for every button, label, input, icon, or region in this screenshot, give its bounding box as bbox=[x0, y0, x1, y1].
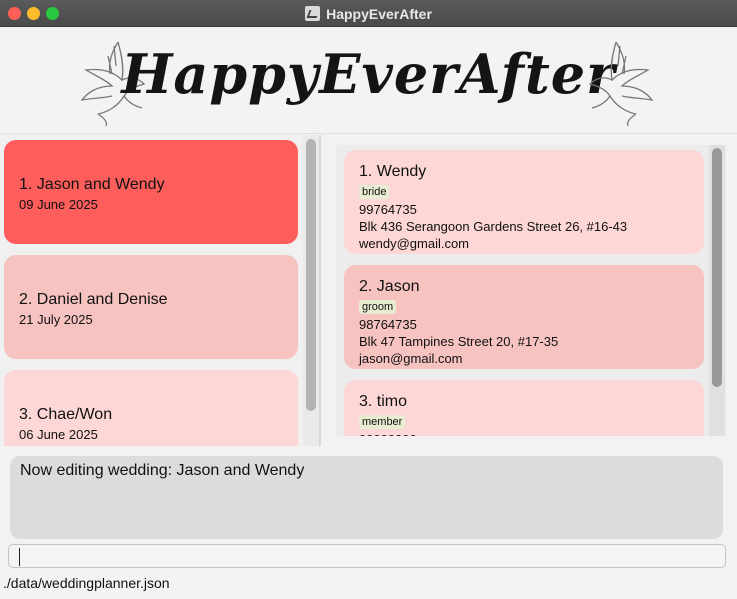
person-email: wendy@gmail.com bbox=[359, 236, 470, 251]
person-tag: member bbox=[359, 415, 406, 429]
person-card[interactable]: 2. Jason groom 98764735 Blk 47 Tampines … bbox=[344, 265, 704, 369]
app-icon bbox=[305, 6, 321, 21]
command-input[interactable] bbox=[8, 544, 726, 568]
person-name: 3. timo bbox=[359, 393, 408, 410]
dove-icon bbox=[588, 41, 654, 126]
person-tag: bride bbox=[359, 185, 390, 199]
wedding-list: 1. Jason and Wendy 09 June 2025 2. Danie… bbox=[0, 135, 318, 446]
title-bar: HappyEverAfter bbox=[0, 0, 737, 27]
wedding-card[interactable]: 3. Chae/Won 06 June 2025 bbox=[4, 370, 298, 446]
window-title-group: HappyEverAfter bbox=[0, 0, 737, 27]
split-pane-divider[interactable] bbox=[319, 135, 321, 446]
wedding-date: 06 June 2025 bbox=[19, 427, 98, 442]
result-display: Now editing wedding: Jason and Wendy bbox=[10, 456, 723, 539]
wedding-list-scrollbar[interactable] bbox=[306, 139, 316, 411]
wedding-name: 3. Chae/Won bbox=[19, 406, 113, 423]
person-list-scrollbar[interactable] bbox=[712, 148, 722, 387]
wedding-date: 09 June 2025 bbox=[19, 197, 98, 212]
person-tag: groom bbox=[359, 300, 397, 314]
person-phone: 99999999 bbox=[359, 431, 704, 436]
wedding-card-selected[interactable]: 1. Jason and Wendy 09 June 2025 bbox=[4, 140, 298, 244]
person-name: 1. Wendy bbox=[359, 163, 427, 180]
status-bar: ./data/weddingplanner.json bbox=[0, 571, 737, 599]
wedding-card[interactable]: 2. Daniel and Denise 21 July 2025 bbox=[4, 255, 298, 359]
person-address: Blk 436 Serangoon Gardens Street 26, #16… bbox=[359, 219, 628, 234]
person-card[interactable]: 1. Wendy bride 99764735 Blk 436 Serangoo… bbox=[344, 150, 704, 254]
wedding-name: 2. Daniel and Denise bbox=[19, 291, 168, 308]
wedding-date: 21 July 2025 bbox=[19, 312, 93, 327]
window-title: HappyEverAfter bbox=[326, 5, 432, 22]
text-caret bbox=[19, 548, 20, 566]
result-text: Now editing wedding: Jason and Wendy bbox=[20, 462, 305, 479]
data-file-path: ./data/weddingplanner.json bbox=[3, 575, 170, 591]
banner: HappyEverAfter bbox=[0, 28, 737, 134]
wedding-name: 1. Jason and Wendy bbox=[19, 176, 165, 193]
person-email: jason@gmail.com bbox=[359, 351, 463, 366]
person-phone: 99764735 bbox=[359, 202, 417, 217]
person-name: 2. Jason bbox=[359, 278, 420, 295]
person-phone: 98764735 bbox=[359, 317, 417, 332]
person-address: Blk 47 Tampines Street 20, #17-35 bbox=[359, 334, 559, 349]
person-card[interactable]: 3. timo member 99999999 bbox=[344, 380, 704, 436]
person-list: 1. Wendy bride 99764735 Blk 436 Serangoo… bbox=[336, 145, 726, 436]
